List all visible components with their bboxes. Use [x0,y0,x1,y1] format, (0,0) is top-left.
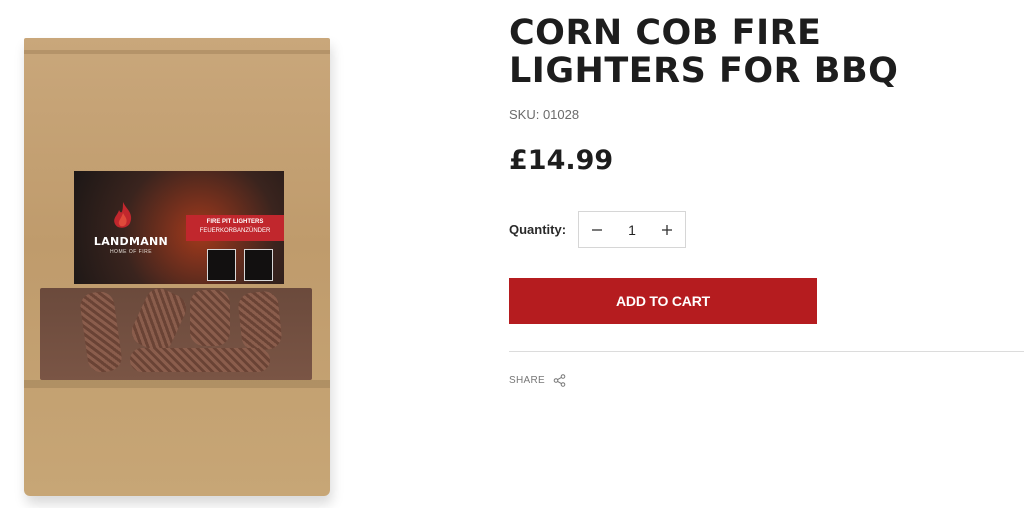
corn-cob [190,290,230,346]
label-info-box [207,249,236,281]
product-image[interactable]: LANDMANN HOME OF FIRE FIRE PIT LIGHTERS … [24,38,330,496]
label-band-subtitle: FEUERKORBANZÜNDER [199,228,271,234]
flame-icon [114,202,132,228]
share-button[interactable]: SHARE [509,374,566,387]
bag-window [40,288,312,380]
quantity-label: Quantity: [509,222,567,237]
product-image-gallery[interactable]: LANDMANN HOME OF FIRE FIRE PIT LIGHTERS … [0,0,380,508]
product-details: CORN COB FIRE LIGHTERS FOR BBQ SKU: 0102… [509,0,1024,508]
corn-cob [130,348,270,372]
decrease-quantity-button[interactable] [579,212,615,247]
product-price: £14.99 [509,145,614,176]
product-label: LANDMANN HOME OF FIRE FIRE PIT LIGHTERS … [74,171,284,284]
bag-seal [24,50,330,54]
divider [509,351,1024,352]
brand-tagline: HOME OF FIRE [109,249,153,255]
share-label: SHARE [509,375,545,386]
bag-flap [24,380,330,388]
brand-name: LANDMANN [93,235,169,248]
corn-cob [78,290,124,374]
product-title: CORN COB FIRE LIGHTERS FOR BBQ [509,13,899,91]
minus-icon [592,229,602,231]
corn-cob [127,288,191,357]
increase-quantity-button[interactable] [649,212,685,247]
add-to-cart-button[interactable]: ADD TO CART [509,278,817,324]
product-sku: SKU: 01028 [509,107,580,122]
label-info-box [244,249,273,281]
quantity-stepper [578,211,686,248]
quantity-input[interactable] [615,212,649,247]
plus-icon [662,225,672,235]
label-band: FIRE PIT LIGHTERS FEUERKORBANZÜNDER [186,215,284,241]
label-band-title: FIRE PIT LIGHTERS [206,219,264,225]
corn-cob [237,290,283,352]
share-icon [553,374,566,387]
